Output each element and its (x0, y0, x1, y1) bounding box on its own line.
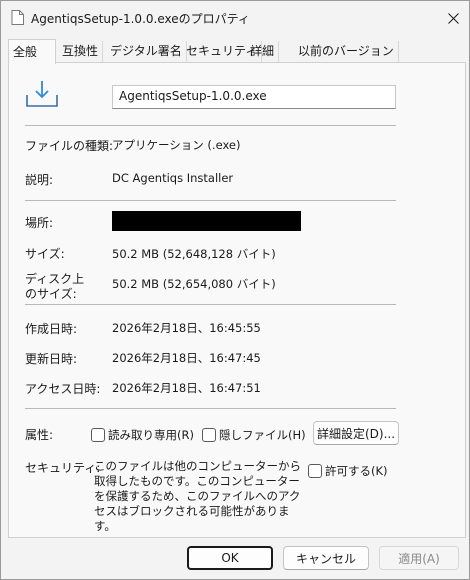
general-panel: AgentiqsSetup-1.0.0.exe ファイルの種類: アプリケーショ… (8, 62, 466, 538)
hidden-checkbox[interactable] (202, 428, 216, 442)
file-type-value: アプリケーション (.exe) (112, 138, 241, 152)
close-icon (447, 12, 459, 24)
tab-general[interactable]: 全般 (8, 39, 56, 64)
cancel-button[interactable]: キャンセル (283, 546, 369, 570)
tab-compatibility[interactable]: 互換性 (58, 41, 104, 62)
title-bar: AgentiqsSetup-1.0.0.exeのプロパティ (1, 1, 469, 35)
close-button[interactable] (437, 1, 469, 35)
size-label: サイズ: (25, 247, 65, 261)
created-value: 2026年2月18日、16:45:55 (112, 321, 261, 335)
tab-details[interactable]: 詳細 (246, 41, 280, 62)
apply-button[interactable]: 適用(A) (379, 546, 459, 570)
unblock-label[interactable]: 許可する(K) (325, 463, 388, 479)
tab-previous-versions[interactable]: 以前のバージョン (294, 41, 399, 62)
location-value-redacted (112, 211, 301, 231)
filename-field[interactable]: AgentiqsSetup-1.0.0.exe (112, 85, 396, 109)
security-label: セキュリティ: (25, 461, 101, 475)
window-title: AgentiqsSetup-1.0.0.exeのプロパティ (31, 12, 250, 26)
divider (25, 125, 396, 126)
divider (25, 200, 396, 201)
properties-window: AgentiqsSetup-1.0.0.exeのプロパティ 全般 互換性 デジタ… (0, 0, 470, 580)
size-on-disk-value: 50.2 MB (52,654,080 バイト) (112, 277, 276, 291)
readonly-label[interactable]: 読み取り専用(R) (108, 427, 194, 443)
readonly-checkbox[interactable] (91, 428, 105, 442)
description-label: 説明: (25, 173, 54, 187)
modified-label: 更新日時: (25, 352, 78, 366)
tab-digital-signatures[interactable]: デジタル署名 (106, 41, 187, 62)
hidden-label[interactable]: 隠しファイル(H) (219, 427, 306, 443)
description-value: DC Agentiqs Installer (112, 171, 234, 185)
advanced-button[interactable]: 詳細設定(D)... (313, 421, 399, 445)
modified-value: 2026年2月18日、16:47:45 (112, 351, 261, 365)
unblock-checkbox[interactable] (308, 464, 322, 478)
created-label: 作成日時: (25, 322, 78, 336)
download-installer-icon (26, 81, 58, 107)
ok-button[interactable]: OK (187, 546, 273, 570)
file-type-label: ファイルの種類: (25, 139, 114, 153)
file-icon (11, 10, 24, 25)
size-value: 50.2 MB (52,648,128 バイト) (112, 247, 276, 261)
location-label: 場所: (25, 216, 54, 230)
dialog-button-bar: OK キャンセル 適用(A) (1, 537, 469, 579)
attributes-label: 属性: (25, 428, 54, 442)
divider (25, 304, 396, 305)
accessed-value: 2026年2月18日、16:47:51 (112, 381, 261, 395)
divider (25, 408, 396, 409)
accessed-label: アクセス日時: (25, 382, 101, 396)
size-on-disk-label-line2: のサイズ: (25, 287, 77, 301)
security-warning-text: このファイルは他のコンピューターから取得したものです。このコンピューターを保護す… (94, 459, 301, 533)
